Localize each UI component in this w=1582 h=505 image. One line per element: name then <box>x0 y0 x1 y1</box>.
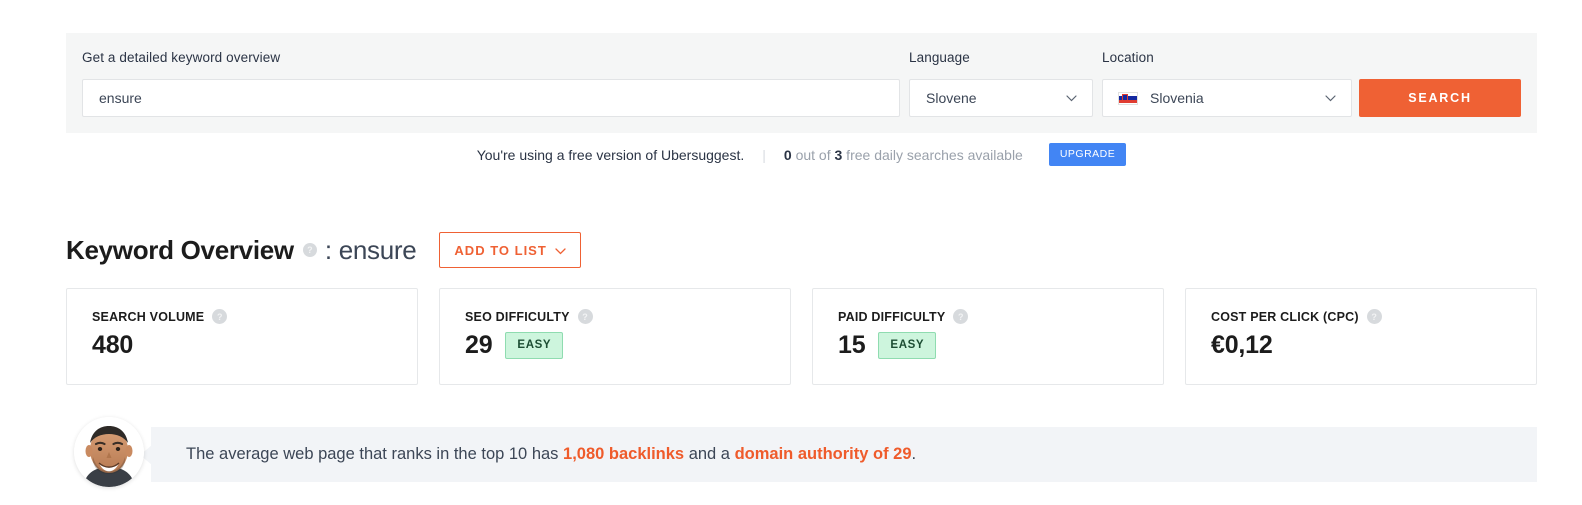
keyword-input-label: Get a detailed keyword overview <box>82 50 281 65</box>
insight-text-part-3: . <box>911 445 917 463</box>
metric-card-label: COST PER CLICK (CPC) <box>1211 309 1359 324</box>
metric-card-paid-difficulty: PAID DIFFICULTY ? 15 EASY <box>812 288 1164 385</box>
slovenia-flag-icon <box>1118 91 1138 105</box>
location-select-value: Slovenia <box>1150 90 1204 106</box>
searches-mid-text: out of <box>791 146 835 163</box>
location-select[interactable]: Slovenia <box>1102 79 1352 117</box>
page-title-keyword: : ensure <box>324 234 417 265</box>
metric-card-value: 480 <box>92 331 134 359</box>
page-title-row: Keyword Overview ? : ensure ADD TO LIST <box>66 232 581 268</box>
daily-searches-counter: 0 out of 3 free daily searches available <box>784 147 1023 163</box>
metric-card-header: SEO DIFFICULTY ? <box>465 309 790 324</box>
help-circle-icon[interactable]: ? <box>577 309 593 324</box>
chevron-down-icon <box>1060 94 1082 102</box>
difficulty-badge: EASY <box>505 332 564 359</box>
user-avatar <box>74 417 144 487</box>
difficulty-badge: EASY <box>878 332 937 359</box>
metric-card-value: 29 <box>465 331 493 359</box>
location-select-label: Location <box>1102 50 1154 65</box>
help-circle-icon[interactable]: ? <box>953 309 969 324</box>
insight-highlight-backlinks: 1,080 backlinks <box>563 445 685 463</box>
metric-card-body: €0,12 <box>1211 331 1536 360</box>
page-title: Keyword Overview <box>66 234 294 265</box>
metric-card-body: 15 EASY <box>838 331 1163 360</box>
insight-text-part-1: The average web page that ranks in the t… <box>186 445 564 463</box>
keyword-search-input[interactable] <box>82 79 900 117</box>
help-circle-icon[interactable]: ? <box>212 309 228 324</box>
insight-bubble: The average web page that ranks in the t… <box>140 427 1537 482</box>
language-select-label: Language <box>909 50 970 65</box>
metric-card-cost-per-click: COST PER CLICK (CPC) ? €0,12 <box>1185 288 1537 385</box>
insight-text-part-2: and a <box>684 445 735 463</box>
language-select-value: Slovene <box>926 90 977 106</box>
free-version-notice-bar: You're using a free version of Ubersugge… <box>66 133 1537 176</box>
add-to-list-label: ADD TO LIST <box>454 242 547 258</box>
metric-card-value: 15 <box>838 331 866 359</box>
insight-text: The average web page that ranks in the t… <box>186 445 916 464</box>
add-to-list-button[interactable]: ADD TO LIST <box>439 232 581 268</box>
notice-separator: | <box>762 146 766 163</box>
searches-used: 0 <box>783 146 792 163</box>
help-circle-icon[interactable]: ? <box>302 243 317 257</box>
help-circle-icon[interactable]: ? <box>1366 309 1382 324</box>
metric-card-label: SEO DIFFICULTY <box>465 309 570 324</box>
upgrade-button[interactable]: UPGRADE <box>1048 143 1127 166</box>
metric-cards-row: SEARCH VOLUME ? 480 SEO DIFFICULTY ? 29 … <box>66 288 1537 385</box>
search-button[interactable]: SEARCH <box>1359 79 1521 117</box>
notice-message: You're using a free version of Ubersugge… <box>476 146 745 163</box>
keyword-search-panel: Get a detailed keyword overview (functio… <box>66 33 1537 133</box>
metric-card-label: PAID DIFFICULTY <box>838 309 946 324</box>
metric-card-body: 480 <box>92 331 417 360</box>
insight-callout: The average web page that ranks in the t… <box>66 417 1537 487</box>
metric-card-body: 29 EASY <box>465 331 790 360</box>
metric-card-header: SEARCH VOLUME ? <box>92 309 417 324</box>
metric-card-header: PAID DIFFICULTY ? <box>838 309 1163 324</box>
chevron-down-icon <box>555 243 566 258</box>
metric-card-header: COST PER CLICK (CPC) ? <box>1211 309 1536 324</box>
metric-card-label: SEARCH VOLUME <box>92 309 205 324</box>
insight-highlight-domain-authority: domain authority of 29 <box>734 445 912 463</box>
chevron-down-icon <box>1319 94 1341 102</box>
searches-suffix-text: free daily searches available <box>842 146 1023 163</box>
metric-card-seo-difficulty: SEO DIFFICULTY ? 29 EASY <box>439 288 791 385</box>
language-select[interactable]: Slovene <box>909 79 1093 117</box>
metric-card-value: €0,12 <box>1211 331 1273 359</box>
metric-card-search-volume: SEARCH VOLUME ? 480 <box>66 288 418 385</box>
